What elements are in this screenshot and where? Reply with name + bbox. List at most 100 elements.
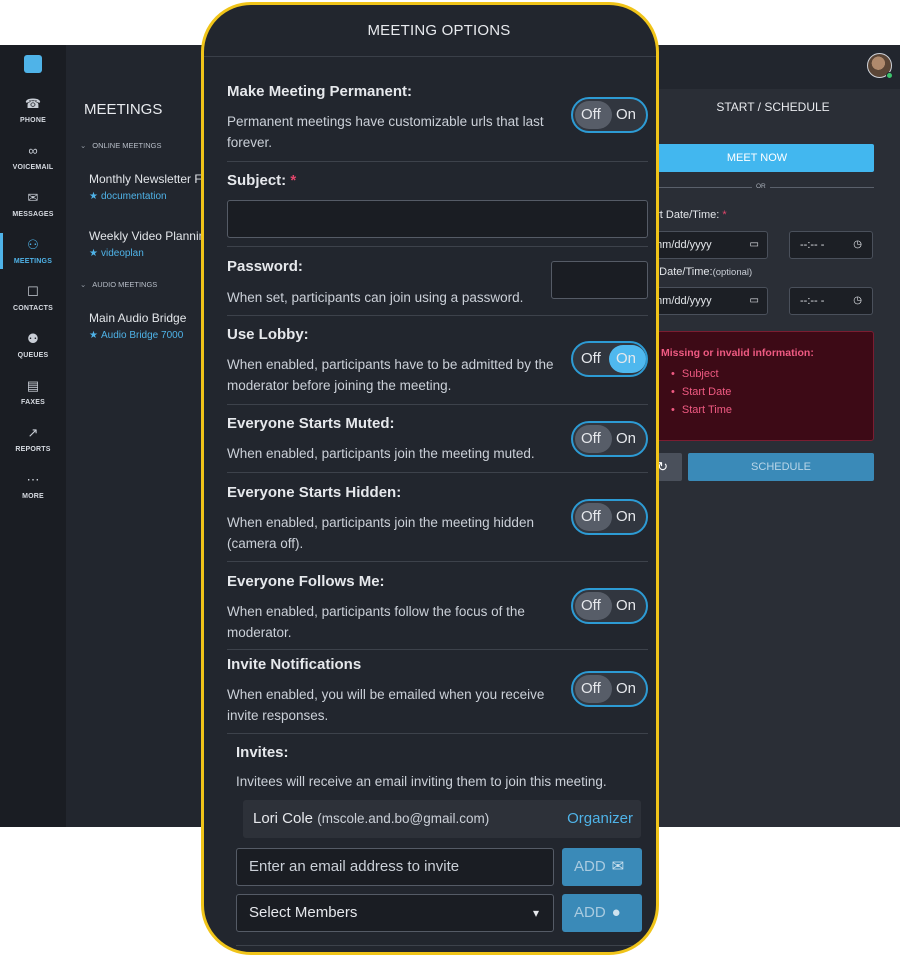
toggle-on-label: On — [616, 508, 637, 525]
schedule-button[interactable]: SCHEDULE — [688, 453, 874, 481]
meeting-url: Audio Bridge 7000 — [100, 330, 184, 341]
select-members-dropdown[interactable]: Select Members ▾ — [236, 894, 554, 932]
meeting-url: videoplan — [100, 248, 144, 259]
option-description: When enabled, participants join the meet… — [227, 446, 535, 461]
sidebar-item-faxes[interactable]: ▤ FAXES — [0, 378, 66, 422]
error-title: Missing or invalid information: — [661, 347, 814, 359]
meet-now-button[interactable]: MEET NOW — [640, 144, 874, 172]
phone-icon: ☎ — [24, 96, 42, 111]
queues-icon: ⚉ — [27, 331, 39, 346]
meetings-panel: MEETINGS ⌄ ONLINE MEETINGS Monthly Newsle… — [66, 45, 216, 827]
invitee-name: Lori Cole (mscole.and.bo@gmail.com) — [253, 810, 490, 827]
option-title: Everyone Starts Hidden: — [227, 484, 402, 501]
sidebar-item-voicemail[interactable]: ∞ VOICEMAIL — [0, 143, 66, 187]
invitee-role: Organizer — [567, 810, 633, 827]
star-icon: ★ — [89, 330, 98, 341]
add-email-button[interactable]: ADD ✉ — [562, 848, 642, 886]
sidebar-item-label: MEETINGS — [13, 258, 53, 265]
faxes-icon: ▤ — [26, 378, 40, 393]
error-item: Subject — [671, 365, 732, 383]
meeting-title: Main Audio Bridge — [89, 311, 187, 325]
invite-email-input[interactable]: Enter an email address to invite — [236, 848, 554, 886]
sidebar-item-contacts[interactable]: ☐ CONTACTS — [0, 284, 66, 328]
option-follows: Everyone Follows Me: When enabled, parti… — [227, 562, 648, 650]
meeting-item[interactable]: Monthly Newsletter F ★ documentation — [89, 172, 216, 202]
calendar-icon[interactable]: ▭ — [750, 288, 759, 314]
option-description: When set, participants can join using a … — [227, 290, 524, 305]
permanent-toggle[interactable]: Off On — [571, 97, 648, 133]
toggle-off-label: Off — [581, 508, 601, 525]
chevron-down-icon: ⌄ — [80, 141, 87, 150]
start-time-input[interactable]: --:-- - ◷ — [789, 231, 873, 259]
sidebar-item-label: MORE — [22, 493, 44, 500]
muted-toggle[interactable]: Off On — [571, 421, 648, 457]
schedule-title: START / SCHEDULE — [716, 100, 830, 114]
sidebar-item-phone[interactable]: ☎ PHONE — [0, 96, 66, 140]
option-subject: Subject: * — [227, 162, 648, 247]
chevron-down-icon: ▾ — [532, 906, 539, 920]
meeting-item[interactable]: Main Audio Bridge ★ Audio Bridge 7000 — [89, 311, 216, 341]
option-description: When enabled, participants follow the fo… — [227, 604, 525, 640]
password-input[interactable] — [551, 261, 648, 299]
meeting-item[interactable]: Weekly Video Plannin ★ videoplan — [89, 229, 216, 259]
sidebar-item-label: FAXES — [21, 399, 45, 406]
sidebar-item-more[interactable]: ⋯ MORE — [0, 472, 66, 516]
messages-icon: ✉ — [27, 190, 39, 205]
sidebar-item-label: REPORTS — [15, 446, 51, 453]
notifications-toggle[interactable]: Off On — [571, 671, 648, 707]
option-permanent: Make Meeting Permanent: Permanent meetin… — [227, 75, 648, 162]
hidden-toggle[interactable]: Off On — [571, 499, 648, 535]
toggle-off-label: Off — [581, 350, 601, 367]
dialog-header: MEETING OPTIONS — [204, 5, 656, 57]
reports-icon: ↗ — [27, 425, 39, 440]
error-box: Missing or invalid information: Subject … — [640, 331, 874, 441]
toggle-on-label: On — [616, 350, 637, 367]
calendar-icon[interactable]: ▭ — [750, 232, 759, 258]
start-date-label: art Date/Time: * — [650, 209, 727, 221]
sidebar-nav: ☎ PHONE ∞ VOICEMAIL ✉ MESSAGES ⚇ MEETING… — [0, 45, 66, 827]
top-bar — [640, 45, 900, 89]
or-label: OR — [752, 183, 770, 190]
invitee-row: Lori Cole (mscole.and.bo@gmail.com) Orga… — [243, 800, 641, 838]
toggle-on-label: On — [616, 597, 637, 614]
option-muted: Everyone Starts Muted: When enabled, par… — [227, 405, 648, 473]
lobby-toggle[interactable]: Off On — [571, 341, 648, 377]
error-item: Start Time — [671, 401, 732, 419]
follows-toggle[interactable]: Off On — [571, 588, 648, 624]
meeting-url: documentation — [100, 191, 167, 202]
toggle-off-label: Off — [581, 680, 601, 697]
online-meetings-header[interactable]: ⌄ ONLINE MEETINGS — [80, 141, 161, 150]
clock-icon[interactable]: ◷ — [853, 288, 862, 314]
dialog-title: MEETING OPTIONS — [367, 22, 511, 39]
sidebar-item-messages[interactable]: ✉ MESSAGES — [0, 190, 66, 234]
toggle-off-label: Off — [581, 106, 601, 123]
option-hidden: Everyone Starts Hidden: When enabled, pa… — [227, 473, 648, 562]
sidebar-item-queues[interactable]: ⚉ QUEUES — [0, 331, 66, 375]
option-lobby: Use Lobby: When enabled, participants ha… — [227, 316, 648, 405]
app-logo[interactable] — [24, 55, 42, 73]
sidebar-item-label: PHONE — [20, 117, 46, 124]
toggle-on-label: On — [616, 430, 637, 447]
option-notifications: Invite Notifications When enabled, you w… — [227, 650, 648, 734]
star-icon: ★ — [89, 248, 98, 259]
divider — [236, 945, 648, 946]
option-description: When enabled, you will be emailed when y… — [227, 687, 545, 723]
online-status-icon — [886, 72, 893, 79]
clock-icon[interactable]: ◷ — [853, 232, 862, 258]
audio-meetings-header[interactable]: ⌄ AUDIO MEETINGS — [80, 280, 157, 289]
option-title: Password: — [227, 258, 303, 275]
start-date-input[interactable]: mm/dd/yyyy ▭ — [640, 231, 768, 259]
option-title: Use Lobby: — [227, 326, 309, 343]
end-time-input[interactable]: --:-- - ◷ — [789, 287, 873, 315]
add-member-button[interactable]: ADD ● — [562, 894, 642, 932]
sidebar-item-reports[interactable]: ↗ REPORTS — [0, 425, 66, 469]
sidebar-item-meetings[interactable]: ⚇ MEETINGS — [0, 233, 66, 281]
end-date-input[interactable]: mm/dd/yyyy ▭ — [640, 287, 768, 315]
meetings-icon: ⚇ — [27, 237, 39, 252]
sidebar-item-label: MESSAGES — [12, 211, 54, 218]
meeting-title: Weekly Video Plannin — [89, 229, 206, 243]
subject-input[interactable] — [227, 200, 648, 238]
option-title: Make Meeting Permanent: — [227, 83, 413, 100]
toggle-off-label: Off — [581, 597, 601, 614]
error-item: Start Date — [671, 383, 732, 401]
